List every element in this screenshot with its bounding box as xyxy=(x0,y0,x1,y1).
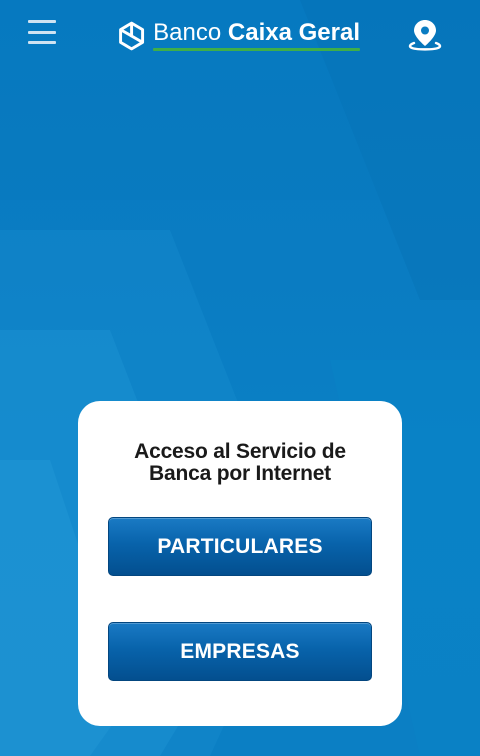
login-card: Acceso al Servicio de Banca por Internet… xyxy=(78,401,402,726)
bank-logo: Banco Caixa Geral xyxy=(116,16,360,56)
particulares-button[interactable]: PARTICULARES xyxy=(108,517,372,576)
card-title-line2: Banca por Internet xyxy=(149,462,331,485)
logo-underline xyxy=(153,48,360,51)
hamburger-menu-icon-bar xyxy=(28,30,56,34)
brand-bold: Caixa Geral xyxy=(227,19,360,46)
card-title: Acceso al Servicio de Banca por Internet xyxy=(98,441,382,485)
menu-button[interactable] xyxy=(22,18,62,46)
hamburger-menu-icon xyxy=(28,20,56,23)
card-title-line1: Acceso al Servicio de xyxy=(134,440,346,463)
caixa-geral-logo-icon xyxy=(119,21,145,51)
map-pin-icon[interactable] xyxy=(406,17,444,53)
app-header: Banco Caixa Geral xyxy=(0,0,480,70)
hamburger-menu-icon-bar xyxy=(28,41,56,44)
bank-name: Banco Caixa Geral xyxy=(153,21,360,51)
empresas-button[interactable]: EMPRESAS xyxy=(108,622,372,681)
brand-light: Banco xyxy=(153,19,222,46)
